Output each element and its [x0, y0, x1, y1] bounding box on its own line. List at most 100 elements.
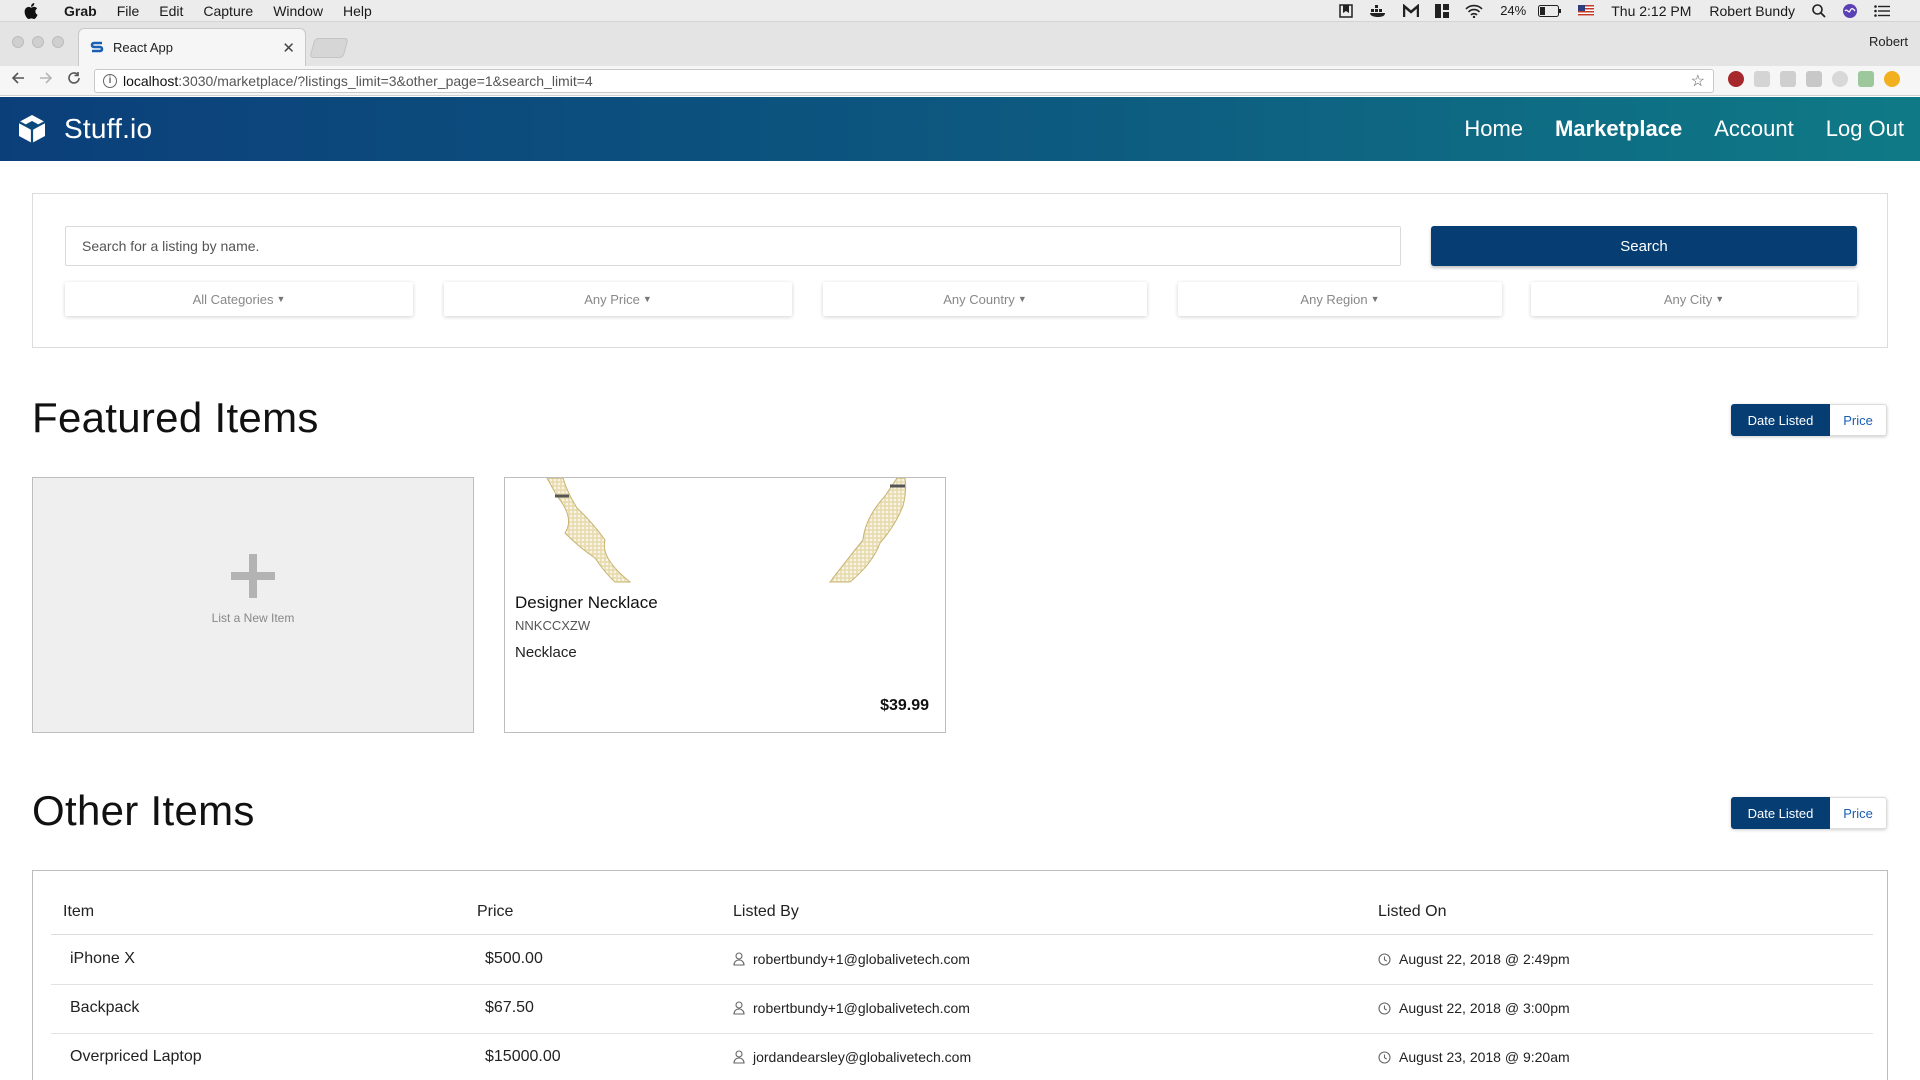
column-header-price: Price [477, 903, 514, 920]
reload-icon[interactable] [62, 71, 86, 85]
window-minimize-button[interactable] [32, 36, 44, 48]
menubar-user[interactable]: Robert Bundy [1709, 3, 1795, 19]
nav-marketplace[interactable]: Marketplace [1555, 116, 1682, 142]
featured-item-card[interactable]: Designer Necklace NNKCCXZW Necklace $39.… [504, 477, 946, 733]
caret-down-icon: ▼ [276, 294, 286, 304]
clock-icon [1378, 952, 1391, 966]
caret-down-icon: ▼ [1017, 294, 1027, 304]
row-listed-on: August 22, 2018 @ 3:00pm [1378, 1000, 1570, 1016]
window-close-button[interactable] [12, 36, 24, 48]
other-items-heading: Other Items [32, 787, 255, 834]
menu-window[interactable]: Window [263, 3, 333, 19]
extension-icon-6[interactable] [1858, 71, 1874, 87]
wifi-icon[interactable] [1465, 4, 1483, 18]
row-listed-by: robertbundy+1@globalivetech.com [733, 951, 970, 967]
clock[interactable]: Thu 2:12 PM [1611, 3, 1691, 19]
featured-sort-date-button[interactable]: Date Listed [1731, 404, 1830, 436]
search-panel: Search All Categories▼ Any Price▼ Any Co… [32, 193, 1888, 348]
user-icon [733, 952, 745, 966]
featured-item-code: NNKCCXZW [515, 618, 591, 633]
row-price: $15000.00 [485, 1048, 561, 1065]
menu-capture[interactable]: Capture [193, 3, 263, 19]
url-path: :3030/marketplace/?listings_limit=3&othe… [178, 73, 593, 89]
city-filter-dropdown[interactable]: Any City ▼ [1531, 282, 1857, 316]
row-item-name: Overpriced Laptop [70, 1048, 202, 1065]
battery-percent: 24% [1500, 3, 1527, 18]
app-header: Stuff.io Home Marketplace Account Log Ou… [0, 97, 1920, 161]
table-row[interactable]: Overpriced Laptop $15000.00 jordandearsl… [51, 1034, 1873, 1080]
battery-icon[interactable] [1538, 4, 1562, 17]
mail-m-icon[interactable] [1403, 3, 1420, 18]
brand-link[interactable]: Stuff.io [16, 113, 152, 145]
extension-icons [1728, 71, 1900, 87]
menu-file[interactable]: File [107, 3, 150, 19]
new-tab-button[interactable] [309, 38, 349, 58]
extension-badge-icon[interactable] [1884, 71, 1900, 87]
extension-icon-5[interactable] [1832, 71, 1848, 87]
nav-account[interactable]: Account [1714, 116, 1794, 142]
list-new-item-label: List a New Item [211, 611, 295, 625]
city-filter-label: Any City [1663, 291, 1713, 307]
extension-icon-3[interactable] [1780, 71, 1796, 87]
necklace-image [505, 478, 945, 584]
row-item-name: Backpack [70, 999, 140, 1016]
address-bar[interactable]: i localhost:3030/marketplace/?listings_l… [94, 69, 1714, 93]
plus-icon [231, 554, 275, 598]
other-sort-toggle: Date Listed Price [1731, 797, 1887, 829]
ublock-extension-icon[interactable] [1728, 71, 1744, 87]
spotlight-search-icon[interactable] [1812, 3, 1826, 18]
featured-sort-price-button[interactable]: Price [1830, 404, 1887, 436]
featured-sort-toggle: Date Listed Price [1731, 404, 1887, 436]
table-row[interactable]: iPhone X $500.00 robertbundy+1@globalive… [51, 936, 1873, 985]
docker-icon[interactable] [1369, 4, 1387, 18]
row-listed-by-email: robertbundy+1@globalivetech.com [753, 1000, 970, 1016]
browser-tabbar: React App ✕ Robert [0, 22, 1920, 66]
row-price: $67.50 [485, 999, 534, 1016]
menu-edit[interactable]: Edit [149, 3, 193, 19]
forward-arrow-icon[interactable] [34, 71, 58, 85]
country-filter-dropdown[interactable]: Any Country ▼ [823, 282, 1147, 316]
category-filter-dropdown[interactable]: All Categories ▼ [65, 282, 413, 316]
caret-down-icon: ▼ [642, 294, 652, 304]
region-filter-dropdown[interactable]: Any Region ▼ [1178, 282, 1502, 316]
row-listed-on-date: August 22, 2018 @ 2:49pm [1399, 951, 1570, 967]
window-grid-icon[interactable] [1435, 3, 1450, 18]
us-flag-icon[interactable] [1578, 5, 1595, 16]
list-new-item-card[interactable]: List a New Item [32, 477, 474, 733]
other-sort-price-button[interactable]: Price [1830, 797, 1887, 829]
notification-center-icon[interactable] [1874, 4, 1890, 17]
other-sort-date-button[interactable]: Date Listed [1731, 797, 1830, 829]
row-listed-on: August 23, 2018 @ 9:20am [1378, 1049, 1570, 1065]
extension-icon-2[interactable] [1754, 71, 1770, 87]
apple-icon[interactable] [20, 2, 42, 19]
favicon-icon [89, 40, 105, 56]
extension-icon-4[interactable] [1806, 71, 1822, 87]
back-arrow-icon[interactable] [6, 71, 30, 85]
browser-profile-name[interactable]: Robert [1869, 34, 1908, 49]
tab-title: React App [113, 40, 173, 55]
bookmark-star-icon[interactable]: ☆ [1691, 71, 1705, 91]
siri-icon[interactable] [1842, 3, 1858, 19]
row-item-name: iPhone X [70, 950, 135, 967]
clock-icon [1378, 1001, 1391, 1015]
search-input[interactable] [65, 226, 1401, 266]
nav-logout[interactable]: Log Out [1826, 116, 1904, 142]
browser-tab[interactable]: React App ✕ [78, 28, 306, 66]
site-info-icon[interactable]: i [103, 74, 117, 88]
row-listed-by: robertbundy+1@globalivetech.com [733, 1000, 970, 1016]
menu-help[interactable]: Help [333, 3, 382, 19]
country-filter-label: Any Country [943, 291, 1015, 307]
row-listed-on-date: August 22, 2018 @ 3:00pm [1399, 1000, 1570, 1016]
price-filter-label: Any Price [584, 291, 640, 307]
price-filter-dropdown[interactable]: Any Price ▼ [444, 282, 792, 316]
featured-item-price: $39.99 [880, 697, 929, 714]
window-controls [12, 36, 64, 48]
window-zoom-button[interactable] [52, 36, 64, 48]
menu-app-name[interactable]: Grab [54, 3, 107, 19]
search-button[interactable]: Search [1431, 226, 1857, 266]
main-nav: Home Marketplace Account Log Out [1432, 116, 1904, 142]
tab-close-icon[interactable]: ✕ [282, 39, 295, 57]
table-row[interactable]: Backpack $67.50 robertbundy+1@globalivet… [51, 985, 1873, 1034]
bookmark-status-icon[interactable] [1339, 3, 1353, 18]
nav-home[interactable]: Home [1464, 116, 1523, 142]
